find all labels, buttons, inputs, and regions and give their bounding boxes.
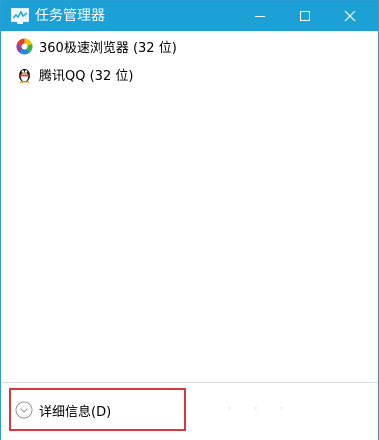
watermark-decoration: · · · [226,397,291,422]
list-item[interactable]: 腾讯QQ (32 位) [1,60,378,88]
chevron-down-icon [15,401,33,419]
title-bar[interactable]: 任务管理器 [1,1,378,31]
360-browser-icon [16,37,33,55]
close-button[interactable] [327,1,373,31]
task-manager-window: 任务管理器 360极速浏览器 (32 位) 腾讯QQ (32 位) · · · … [0,0,379,440]
close-icon [344,10,356,22]
maximize-button[interactable] [282,1,328,31]
maximize-icon [300,11,310,21]
process-name: 腾讯QQ (32 位) [39,68,134,84]
window-title: 任务管理器 [35,8,105,24]
footer-bar: · · · 详细信息(D) [1,382,378,440]
list-item[interactable]: 360极速浏览器 (32 位) [1,32,378,60]
more-details-button[interactable]: 详细信息(D) [15,400,111,420]
qq-penguin-icon [19,68,30,83]
process-name: 360极速浏览器 (32 位) [39,40,177,56]
task-manager-icon [11,8,29,24]
minimize-icon [255,16,265,17]
minimize-button[interactable] [237,1,283,31]
more-details-label: 详细信息(D) [39,404,112,420]
